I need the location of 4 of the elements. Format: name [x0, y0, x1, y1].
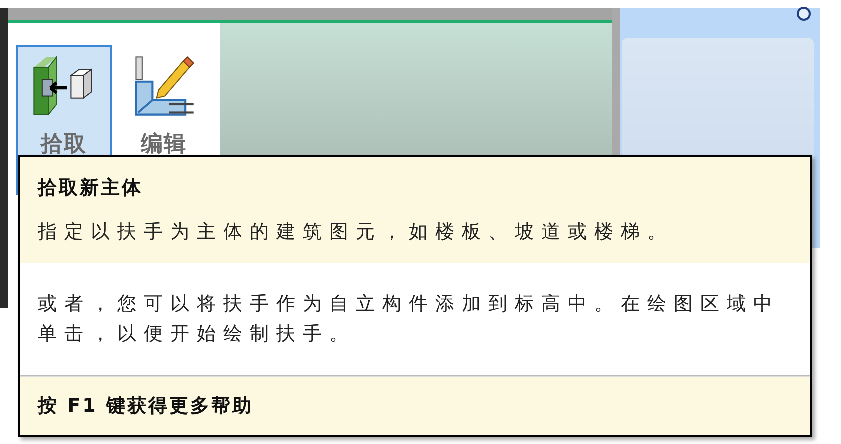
- circle-icon[interactable]: [796, 6, 812, 22]
- help-hint: 按 F1 键获得更多帮助: [38, 394, 254, 419]
- tooltip-description: 指定以扶手为主体的建筑图元，如楼板、坡道或楼梯。: [38, 220, 675, 245]
- tooltip-details: 或者，您可以将扶手作为自立构件添加到标高中。在绘图区域中单击，以便开始绘制扶手。: [38, 292, 781, 347]
